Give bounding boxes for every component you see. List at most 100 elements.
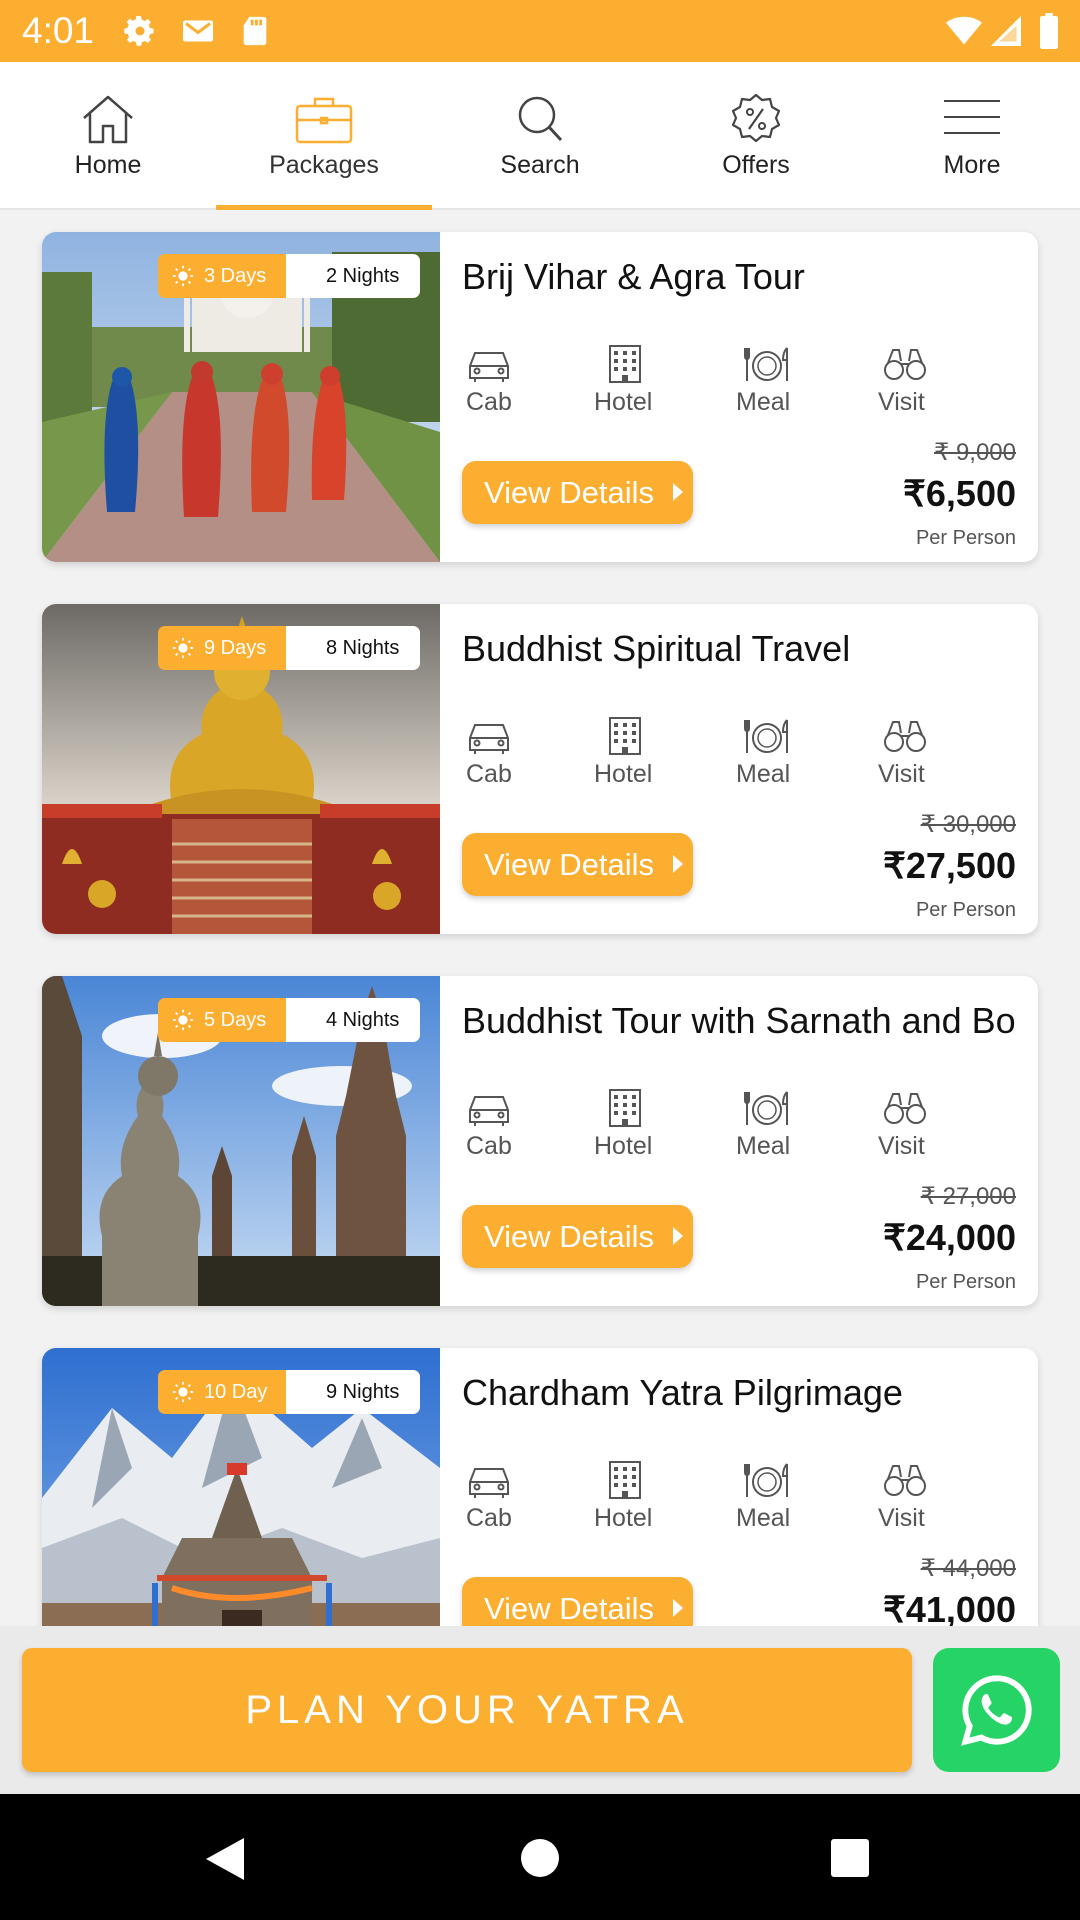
view-details-button[interactable]: View Details	[462, 1205, 693, 1268]
package-title[interactable]: Chardham Yatra Pilgrimage	[462, 1372, 1018, 1414]
nights-label: 8 Nights	[326, 636, 400, 659]
binoculars-icon	[884, 1093, 926, 1124]
amenity-visit-label: Visit	[878, 760, 925, 788]
car-icon	[469, 1468, 509, 1498]
plate-cutlery-icon	[744, 1463, 788, 1497]
per-person-label: Per Person	[915, 899, 1016, 921]
package-title[interactable]: Brij Vihar & Agra Tour	[462, 256, 1018, 298]
plan-your-yatra-label: PLAN YOUR YATRA	[245, 1687, 689, 1732]
home-icon	[83, 95, 133, 144]
original-price: ₹ 44,000	[920, 1555, 1016, 1582]
view-details-button[interactable]: View Details	[462, 833, 693, 896]
view-details-label: View Details	[484, 1218, 655, 1254]
package-list[interactable]: 3 Days 2 Nights Brij Vihar & Agra Tour C…	[0, 210, 1080, 1626]
amenity-hotel-label: Hotel	[594, 1132, 653, 1160]
package-card[interactable]: 5 Days 4 Nights Buddhist Tour with Sarna…	[42, 976, 1038, 1306]
days-label: 3 Days	[204, 264, 267, 287]
caret-right-icon	[673, 483, 683, 501]
duration-badge: 5 Days 4 Nights	[158, 998, 420, 1042]
sd-card-icon	[238, 13, 272, 54]
duration-badge: 3 Days 2 Nights	[158, 254, 420, 298]
battery-icon	[1038, 13, 1060, 54]
view-details-button[interactable]: View Details	[462, 1577, 693, 1626]
nav-search[interactable]: Search	[432, 62, 648, 210]
discounted-price: ₹27,500	[882, 845, 1016, 886]
view-details-button[interactable]: View Details	[462, 461, 693, 524]
package-title[interactable]: Buddhist Spiritual Travel	[462, 628, 1018, 670]
moon-icon	[301, 1384, 310, 1400]
amenity-meal: Meal	[736, 344, 882, 424]
binoculars-icon	[884, 349, 926, 380]
days-label: 9 Days	[204, 636, 267, 659]
days-label: 5 Days	[204, 1008, 267, 1031]
nav-more[interactable]: More	[864, 62, 1080, 210]
amenity-hotel: Hotel	[594, 344, 742, 424]
recents-square-icon[interactable]	[830, 1838, 870, 1878]
package-title[interactable]: Buddhist Tour with Sarnath and Bo	[462, 1000, 1018, 1042]
nav-packages-label: Packages	[269, 151, 379, 179]
building-icon	[609, 345, 641, 383]
binoculars-icon	[884, 721, 926, 752]
amenity-visit-label: Visit	[878, 388, 925, 416]
amenity-visit: Visit	[878, 1088, 1022, 1168]
amenity-hotel-label: Hotel	[594, 760, 653, 788]
amenity-meal: Meal	[736, 716, 882, 796]
building-icon	[609, 1089, 641, 1127]
amenity-cab: Cab	[462, 716, 602, 796]
mail-icon	[180, 13, 216, 54]
amenities: Cab Hotel Meal Visit	[462, 1460, 1022, 1540]
nav-search-label: Search	[500, 151, 580, 179]
caret-right-icon	[673, 1599, 683, 1617]
status-time: 4:01	[22, 10, 95, 51]
sun-icon	[172, 637, 194, 659]
view-details-label: View Details	[484, 474, 655, 510]
whatsapp-icon	[960, 1675, 1032, 1746]
amenities: Cab Hotel Meal Visit	[462, 344, 1022, 424]
nights-label: 4 Nights	[326, 1008, 400, 1031]
amenity-hotel: Hotel	[594, 1088, 742, 1168]
sun-icon	[172, 265, 194, 287]
home-circle-icon[interactable]	[520, 1838, 560, 1878]
briefcase-icon	[295, 97, 353, 144]
amenity-cab-label: Cab	[466, 1504, 512, 1532]
system-navigation-bar	[0, 1794, 1080, 1920]
amenity-meal-label: Meal	[736, 388, 791, 416]
sun-icon	[172, 1009, 194, 1031]
building-icon	[609, 717, 641, 755]
plate-cutlery-icon	[744, 719, 788, 753]
amenity-hotel-label: Hotel	[594, 388, 653, 416]
nav-packages[interactable]: Packages	[216, 62, 432, 210]
binoculars-icon	[884, 1465, 926, 1496]
original-price: ₹ 9,000	[934, 439, 1016, 466]
amenity-visit-label: Visit	[878, 1504, 925, 1532]
amenity-visit-label: Visit	[878, 1132, 925, 1160]
view-details-label: View Details	[484, 1590, 655, 1626]
nav-offers[interactable]: Offers	[648, 62, 864, 210]
amenity-meal-label: Meal	[736, 760, 791, 788]
amenity-visit: Visit	[878, 716, 1022, 796]
per-person-label: Per Person	[915, 1271, 1016, 1293]
amenity-visit: Visit	[878, 1460, 1022, 1540]
discounted-price: ₹41,000	[882, 1589, 1016, 1626]
sun-icon	[172, 1381, 194, 1403]
nav-home-label: Home	[74, 151, 142, 179]
view-details-label: View Details	[484, 846, 655, 882]
back-icon[interactable]	[204, 1836, 246, 1882]
plate-cutlery-icon	[744, 347, 788, 381]
amenity-meal: Meal	[736, 1088, 882, 1168]
whatsapp-button[interactable]	[933, 1648, 1060, 1772]
amenity-hotel: Hotel	[594, 716, 742, 796]
amenities: Cab Hotel Meal Visit	[462, 716, 1022, 796]
nights-label: 9 Nights	[326, 1380, 400, 1403]
days-label: 10 Day	[204, 1380, 268, 1403]
nights-label: 2 Nights	[326, 264, 400, 287]
nav-home[interactable]: Home	[0, 62, 216, 210]
package-card[interactable]: 9 Days 8 Nights Buddhist Spiritual Trave…	[42, 604, 1038, 934]
package-card[interactable]: 3 Days 2 Nights Brij Vihar & Agra Tour C…	[42, 232, 1038, 562]
gear-icon	[122, 13, 158, 54]
package-card[interactable]: 10 Day 9 Nights Chardham Yatra Pilgrimag…	[42, 1348, 1038, 1626]
amenity-hotel: Hotel	[594, 1460, 742, 1540]
amenity-cab: Cab	[462, 1460, 602, 1540]
plan-your-yatra-button[interactable]: PLAN YOUR YATRA	[22, 1648, 912, 1772]
amenity-meal-label: Meal	[736, 1504, 791, 1532]
